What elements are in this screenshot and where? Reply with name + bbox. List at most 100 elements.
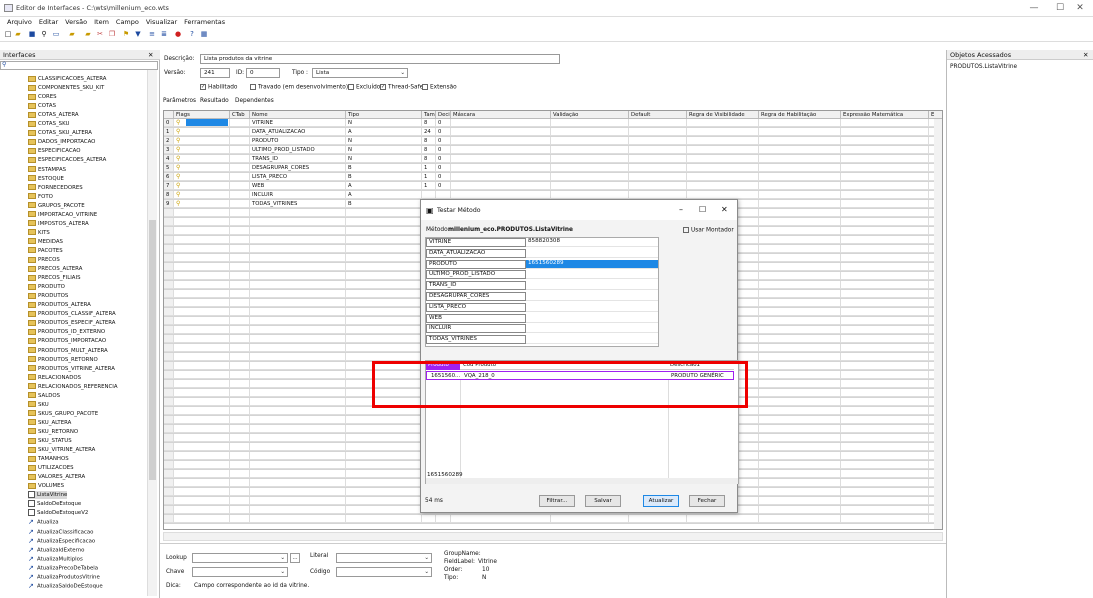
grid-cell[interactable]: [436, 191, 451, 199]
grid-cell[interactable]: ⚲: [174, 128, 230, 136]
grid-cell[interactable]: [451, 119, 551, 127]
grid-cell[interactable]: [687, 182, 759, 190]
dialog-close-button[interactable]: ✕: [721, 205, 728, 214]
tree-item[interactable]: ↗ AtualizaClassificacao: [28, 528, 93, 536]
param-value-input[interactable]: [526, 281, 658, 291]
versao-input[interactable]: 241: [200, 68, 230, 78]
close-icon[interactable]: ✕: [148, 51, 153, 59]
grid-cell[interactable]: [629, 155, 687, 163]
tree-item[interactable]: PRECOS_ALTERA: [28, 265, 82, 273]
grid-header-regra-habilitacao[interactable]: Regra de Habilitação: [759, 111, 841, 119]
grid-cell[interactable]: [841, 119, 929, 127]
grid-cell[interactable]: N: [346, 119, 422, 127]
grid-cell[interactable]: [451, 146, 551, 154]
grid-cell[interactable]: TODAS_VITRINES: [250, 200, 346, 208]
grid-cell[interactable]: [230, 182, 250, 190]
grid-header-ctab[interactable]: CTab: [230, 111, 250, 119]
tree-item[interactable]: PRODUTOS_VITRINE_ALTERA: [28, 365, 115, 373]
grid-cell[interactable]: [841, 164, 929, 172]
grid-cell[interactable]: [629, 119, 687, 127]
grid-cell[interactable]: B: [346, 200, 422, 208]
grid-cell[interactable]: [451, 191, 551, 199]
tree-item[interactable]: SKUS_GRUPO_PACOTE: [28, 410, 98, 418]
grid-cell[interactable]: DATA_ATUALIZACAO: [250, 128, 346, 136]
grid-cell[interactable]: WEB: [250, 182, 346, 190]
filtrar-button[interactable]: Filtrar...: [539, 495, 575, 507]
tree-item[interactable]: ↗ AtualizaMultiplos: [28, 555, 83, 563]
align-icon[interactable]: ≡: [148, 30, 156, 38]
tab-resultado[interactable]: Resultado: [200, 98, 229, 104]
tree-item[interactable]: FOTO: [28, 193, 53, 201]
param-value-input[interactable]: [526, 324, 658, 334]
tipo-select[interactable]: Lista ⌄: [312, 68, 408, 78]
travado-checkbox[interactable]: Travado (em desenvolvimento): [250, 84, 348, 91]
tree-item[interactable]: UTILIZACOES: [28, 464, 74, 472]
grid-cell[interactable]: [841, 182, 929, 190]
grid-cell[interactable]: [841, 137, 929, 145]
param-value-input[interactable]: [526, 292, 658, 301]
grid-cell[interactable]: 24: [422, 128, 436, 136]
tree-item[interactable]: PRODUTOS_ALTERA: [28, 301, 91, 309]
tree-item[interactable]: GRUPOS_PACOTE: [28, 202, 85, 210]
grid-cell[interactable]: [841, 191, 929, 199]
folder-up-icon[interactable]: ▰: [84, 30, 92, 38]
lookup-select[interactable]: ⌄: [192, 553, 288, 563]
tree-item[interactable]: PRODUTOS: [28, 292, 68, 300]
grid-cell[interactable]: [230, 146, 250, 154]
habilitado-checkbox[interactable]: ✓ Habilitado: [200, 84, 237, 91]
grid-cell[interactable]: [629, 182, 687, 190]
grid-cell[interactable]: [687, 173, 759, 181]
param-value-input[interactable]: [526, 248, 658, 258]
grid-cell[interactable]: [629, 137, 687, 145]
codigo-select[interactable]: ⌄: [336, 567, 432, 577]
grid-cell[interactable]: [551, 155, 629, 163]
literal-select[interactable]: ⌄: [336, 553, 432, 563]
result-hscrollbar[interactable]: [426, 478, 738, 484]
grid-scrollbar[interactable]: [934, 119, 942, 529]
tree-item[interactable]: ESPECIFICACOES_ALTERA: [28, 156, 106, 164]
grid-header-validacao[interactable]: Validação: [551, 111, 629, 119]
grid-cell[interactable]: [759, 191, 841, 199]
grid-cell[interactable]: 6: [164, 173, 174, 181]
grid-cell[interactable]: [687, 128, 759, 136]
align-right-icon[interactable]: ≣: [160, 30, 168, 38]
grid-cell[interactable]: [841, 128, 929, 136]
dialog-minimize-button[interactable]: –: [679, 205, 683, 214]
param-value-input[interactable]: [526, 335, 658, 345]
new-icon[interactable]: □: [4, 30, 12, 38]
tree-item[interactable]: PRODUTOS_ESPECIF_ALTERA: [28, 319, 115, 327]
grid-cell[interactable]: 8: [422, 146, 436, 154]
grid-cell[interactable]: 5: [164, 164, 174, 172]
grid-cell[interactable]: [551, 146, 629, 154]
grid-cell[interactable]: [551, 128, 629, 136]
grid-header-nome[interactable]: Nome: [250, 111, 346, 119]
id-input[interactable]: 0: [246, 68, 280, 78]
atualizar-button[interactable]: Atualizar: [643, 495, 679, 507]
grid-cell[interactable]: [629, 164, 687, 172]
grid-cell[interactable]: [551, 137, 629, 145]
param-value-input[interactable]: [526, 302, 658, 312]
grid-cell[interactable]: N: [346, 155, 422, 163]
grid-header-e[interactable]: E: [929, 111, 942, 119]
tree-item[interactable]: ESTOQUE: [28, 175, 64, 183]
descricao-input[interactable]: Lista produtos da vitrine: [200, 54, 560, 64]
minimize-button[interactable]: —: [1020, 2, 1048, 15]
tree-item[interactable]: ESPECIFICACAO: [28, 147, 81, 155]
tree-item[interactable]: PRODUTOS_CLASSIF_ALTERA: [28, 310, 116, 318]
grid-cell[interactable]: 7: [164, 182, 174, 190]
grid-cell[interactable]: [451, 128, 551, 136]
lookup-ellipsis-button[interactable]: ...: [290, 553, 300, 563]
grid-cell[interactable]: [451, 164, 551, 172]
grid-cell[interactable]: ⚲: [174, 191, 230, 199]
tree-item[interactable]: PRODUTOS_RETORNO: [28, 356, 98, 364]
open-icon[interactable]: ▰: [14, 30, 22, 38]
tree-item[interactable]: PRODUTO: [28, 283, 65, 291]
tree-item[interactable]: COTAS_ALTERA: [28, 111, 79, 119]
grid-cell[interactable]: [687, 146, 759, 154]
tree-item[interactable]: IMPOSTOS_ALTERA: [28, 220, 89, 228]
grid-cell[interactable]: [629, 173, 687, 181]
grid-cell[interactable]: [759, 164, 841, 172]
grid-cell[interactable]: [551, 173, 629, 181]
tree-scrollbar[interactable]: [147, 70, 157, 596]
tree-item[interactable]: ↗ AtualizaProdutosVitrine: [28, 573, 100, 581]
